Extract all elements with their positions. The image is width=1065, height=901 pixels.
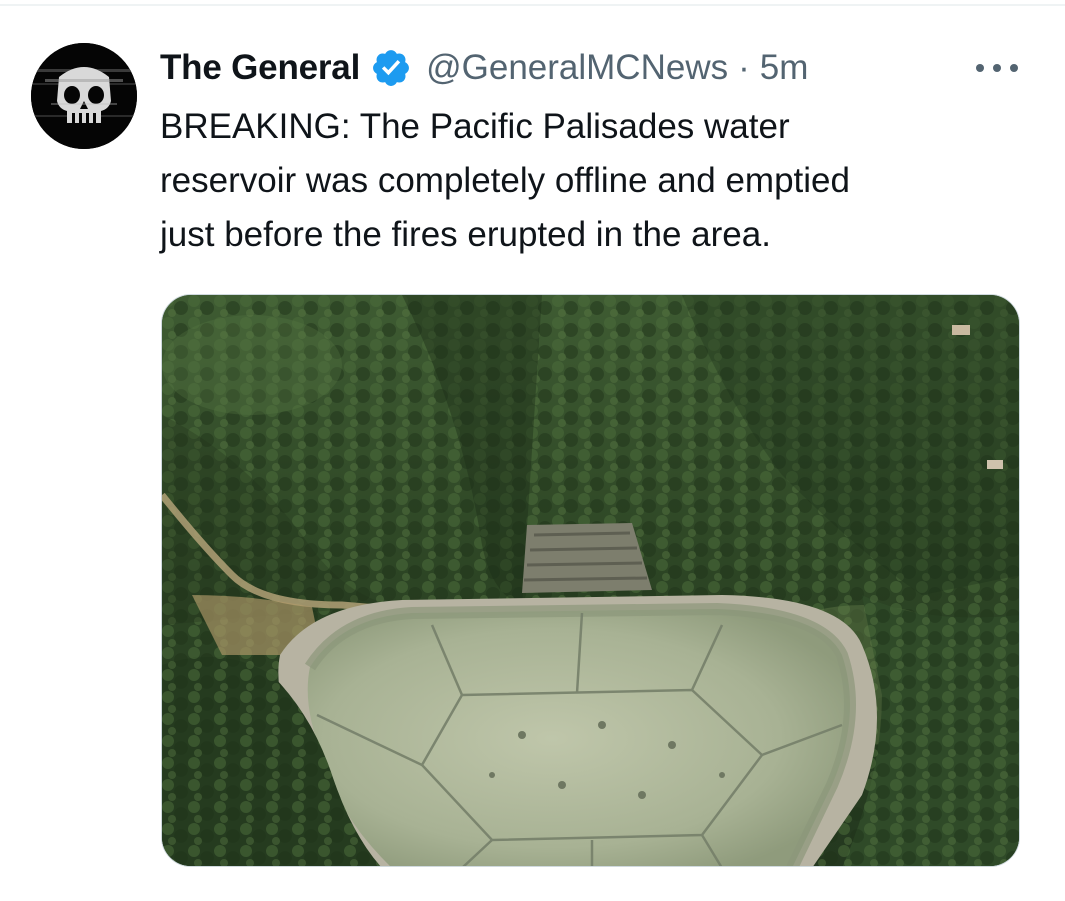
tweet-text-line: reservoir was completely offline and emp… (160, 161, 850, 200)
more-dot (993, 64, 1001, 72)
tweet-text: BREAKING: The Pacific Palisades water re… (160, 100, 1020, 262)
verified-badge-icon (373, 50, 410, 86)
avatar[interactable] (31, 43, 137, 149)
more-dot (1010, 64, 1018, 72)
skull-avatar-icon (31, 43, 137, 149)
more-dot (976, 64, 984, 72)
tweet-text-line: BREAKING: The Pacific Palisades water (160, 107, 790, 146)
tweet[interactable]: The General @GeneralMCNews · 5m BREAKING… (0, 0, 1065, 901)
more-horizontal-icon[interactable] (976, 56, 1018, 80)
tweet-text-line: just before the fires erupted in the are… (160, 215, 771, 254)
tweet-header: The General @GeneralMCNews · 5m (160, 44, 808, 92)
display-name[interactable]: The General (160, 48, 360, 88)
tweet-photo[interactable] (161, 294, 1020, 867)
timestamp[interactable]: 5m (760, 48, 809, 88)
separator-dot: · (738, 48, 750, 87)
author-handle[interactable]: @GeneralMCNews (426, 48, 728, 88)
reservoir-aerial-photo (162, 295, 1019, 866)
